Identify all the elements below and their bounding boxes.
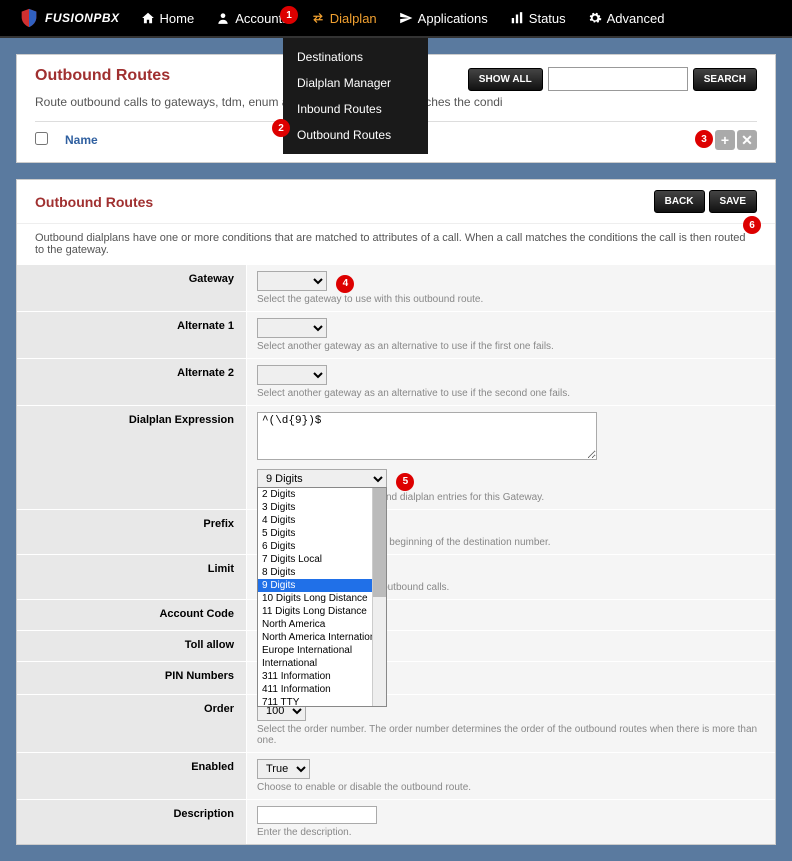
nav-status[interactable]: Status: [499, 1, 577, 36]
shield-icon: [18, 7, 40, 29]
help-gateway: Select the gateway to use with this outb…: [257, 294, 765, 305]
form-description: Outbound dialplans have one or more cond…: [17, 224, 775, 264]
dropdown-destinations[interactable]: Destinations: [283, 44, 428, 70]
label-toll: Toll allow: [17, 631, 247, 661]
label-desc: Description: [17, 800, 247, 844]
app-name: FUSIONPBX: [45, 11, 120, 25]
expr-option[interactable]: 4 Digits: [258, 514, 386, 527]
scrollbar[interactable]: [372, 488, 386, 706]
expr-preset-select[interactable]: 9 Digits: [257, 469, 387, 489]
form-title: Outbound Routes: [35, 194, 153, 210]
help-order: Select the order number. The order numbe…: [257, 724, 765, 746]
expr-option[interactable]: 8 Digits: [258, 566, 386, 579]
expr-option[interactable]: 411 Information: [258, 683, 386, 696]
nav-dialplan-label: Dialplan: [330, 11, 377, 26]
expr-option[interactable]: 11 Digits Long Distance: [258, 605, 386, 618]
annotation-2: 2: [272, 119, 290, 137]
annotation-3: 3: [695, 130, 713, 148]
top-navigation: FUSIONPBX Home Accounts Dialplan Applica…: [0, 0, 792, 38]
help-alt1: Select another gateway as an alternative…: [257, 341, 765, 352]
gear-icon: [588, 11, 602, 25]
label-alt2: Alternate 2: [17, 359, 247, 405]
expr-option[interactable]: 2 Digits: [258, 488, 386, 501]
route-form-panel: Outbound Routes BACK SAVE 6 Outbound dia…: [16, 179, 776, 845]
nav-applications-label: Applications: [418, 11, 488, 26]
expr-option[interactable]: International: [258, 657, 386, 670]
expr-option[interactable]: North America International: [258, 631, 386, 644]
expr-option[interactable]: 10 Digits Long Distance: [258, 592, 386, 605]
expr-option[interactable]: 5 Digits: [258, 527, 386, 540]
nav-items: Home Accounts Dialplan Applications Stat…: [130, 1, 676, 36]
top-actions: SHOW ALL SEARCH: [468, 67, 757, 91]
nav-dialplan[interactable]: Dialplan: [300, 1, 388, 36]
expr-option[interactable]: 9 Digits: [258, 579, 386, 592]
label-limit: Limit: [17, 555, 247, 599]
annotation-1: 1: [280, 6, 298, 24]
nav-advanced[interactable]: Advanced: [577, 1, 676, 36]
nav-home[interactable]: Home: [130, 1, 206, 36]
label-order: Order: [17, 695, 247, 752]
help-enabled: Choose to enable or disable the outbound…: [257, 782, 765, 793]
desc-input[interactable]: [257, 806, 377, 824]
alt2-select[interactable]: [257, 365, 327, 385]
delete-button[interactable]: ✕: [737, 130, 757, 150]
alt1-select[interactable]: [257, 318, 327, 338]
show-all-button[interactable]: SHOW ALL: [468, 68, 543, 91]
help-alt2: Select another gateway as an alternative…: [257, 388, 765, 399]
dropdown-inbound-routes[interactable]: Inbound Routes: [283, 96, 428, 122]
expr-option[interactable]: 7 Digits Local: [258, 553, 386, 566]
annotation-4: 4: [336, 275, 354, 293]
select-all-checkbox[interactable]: [35, 132, 48, 145]
label-prefix: Prefix: [17, 510, 247, 554]
enabled-select[interactable]: True: [257, 759, 310, 779]
label-gateway: Gateway: [17, 265, 247, 311]
nav-home-label: Home: [160, 11, 195, 26]
label-alt1: Alternate 1: [17, 312, 247, 358]
add-button[interactable]: +: [715, 130, 735, 150]
annotation-5: 5: [396, 473, 414, 491]
dropdown-dialplan-manager[interactable]: Dialplan Manager: [283, 70, 428, 96]
search-button[interactable]: SEARCH: [693, 68, 757, 91]
label-pin: PIN Numbers: [17, 662, 247, 694]
nav-advanced-label: Advanced: [607, 11, 665, 26]
expr-option[interactable]: 3 Digits: [258, 501, 386, 514]
expr-option[interactable]: 6 Digits: [258, 540, 386, 553]
label-account: Account Code: [17, 600, 247, 630]
user-icon: [216, 11, 230, 25]
dropdown-outbound-routes[interactable]: Outbound Routes: [283, 122, 428, 148]
dialplan-dropdown: Destinations Dialplan Manager Inbound Ro…: [283, 38, 428, 154]
nav-status-label: Status: [529, 11, 566, 26]
bars-icon: [510, 11, 524, 25]
expr-option[interactable]: North America: [258, 618, 386, 631]
help-desc: Enter the description.: [257, 827, 765, 838]
search-input[interactable]: [548, 67, 688, 91]
label-expr: Dialplan Expression: [17, 406, 247, 509]
gateway-select[interactable]: [257, 271, 327, 291]
home-icon: [141, 11, 155, 25]
expr-option[interactable]: Europe International: [258, 644, 386, 657]
label-enabled: Enabled: [17, 753, 247, 799]
expr-textarea[interactable]: [257, 412, 597, 460]
send-icon: [399, 11, 413, 25]
nav-applications[interactable]: Applications: [388, 1, 499, 36]
expr-option[interactable]: 711 TTY: [258, 696, 386, 707]
expr-options-list: 2 Digits3 Digits4 Digits5 Digits6 Digits…: [257, 487, 387, 707]
swap-icon: [311, 11, 325, 25]
expr-option[interactable]: 311 Information: [258, 670, 386, 683]
save-button[interactable]: SAVE: [709, 190, 758, 213]
annotation-6: 6: [743, 216, 761, 234]
app-logo: FUSIONPBX: [8, 7, 130, 29]
back-button[interactable]: BACK: [654, 190, 705, 213]
